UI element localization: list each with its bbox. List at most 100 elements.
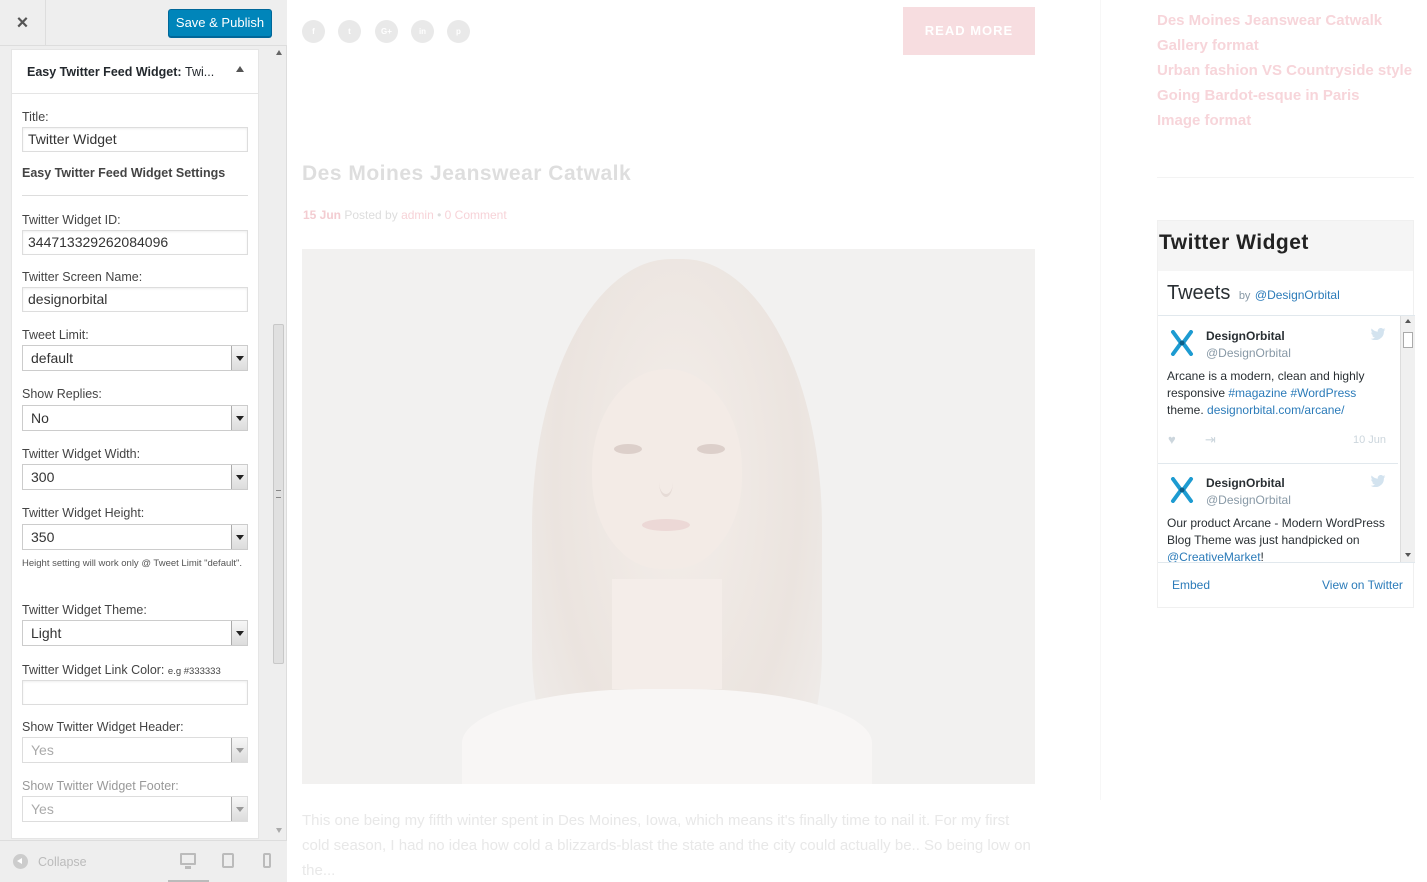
height-label: Twitter Widget Height:: [22, 506, 145, 520]
post-featured-image[interactable]: [302, 249, 1035, 784]
timeline-scrollbar-thumb[interactable]: [1403, 332, 1413, 348]
tweet-limit-value: default: [31, 350, 74, 366]
widget-id-label: Twitter Widget ID:: [22, 213, 121, 227]
content-divider: [1100, 0, 1101, 800]
hashtag-link[interactable]: #WordPress: [1290, 386, 1356, 400]
settings-heading: Easy Twitter Feed Widget Settings: [22, 166, 226, 180]
section-divider: [22, 195, 248, 196]
tweet-author-name[interactable]: DesignOrbital: [1206, 476, 1285, 490]
desktop-preview-icon[interactable]: [180, 853, 196, 869]
width-select[interactable]: 300: [22, 464, 248, 490]
linkedin-icon[interactable]: in: [411, 20, 434, 43]
tweets-heading: Tweets by @DesignOrbital: [1167, 282, 1340, 305]
tweet-author-handle[interactable]: @DesignOrbital: [1206, 493, 1291, 507]
post-comments-link[interactable]: 0 Comment: [445, 208, 507, 222]
title-input[interactable]: Twitter Widget: [22, 127, 248, 152]
save-publish-button[interactable]: Save & Publish: [168, 9, 272, 37]
post-meta: 15 Jun Posted by admin • 0 Comment: [303, 208, 507, 222]
like-heart-icon[interactable]: ♥: [1168, 432, 1176, 447]
image-lips: [642, 519, 690, 531]
widget-title-sub: Twi...: [185, 65, 215, 79]
tweet-item[interactable]: DesignOrbital @DesignOrbital Arcane is a…: [1158, 316, 1398, 464]
widget-settings-box: Easy Twitter Feed Widget: Twi... Title: …: [11, 49, 259, 839]
dropdown-arrow-icon[interactable]: [231, 346, 247, 370]
view-on-twitter-link[interactable]: View on Twitter: [1322, 578, 1403, 592]
tweet-url-link[interactable]: designorbital.com/arcane/: [1207, 403, 1344, 417]
dropdown-arrow-icon[interactable]: [231, 465, 247, 489]
theme-value: Light: [31, 625, 62, 641]
recent-posts-list: Des Moines Jeanswear Catwalk Gallery for…: [1157, 8, 1412, 133]
timeline-scrollbar[interactable]: [1400, 316, 1415, 562]
show-header-label: Show Twitter Widget Header:: [22, 720, 184, 734]
height-select[interactable]: 350: [22, 524, 248, 550]
google-plus-icon[interactable]: G+: [375, 20, 398, 43]
tweet-limit-select[interactable]: default: [22, 345, 248, 371]
pinterest-icon[interactable]: p: [447, 20, 470, 43]
show-replies-select[interactable]: No: [22, 405, 248, 431]
recent-post-link[interactable]: Image format: [1157, 108, 1412, 133]
scroll-up-arrow-icon[interactable]: [1405, 319, 1411, 323]
collapse-icon[interactable]: [13, 854, 28, 869]
tweet-text: Our product Arcane - Modern WordPress Bl…: [1167, 515, 1389, 562]
recent-post-link[interactable]: Going Bardot-esque in Paris: [1157, 83, 1412, 108]
twitter-timeline[interactable]: DesignOrbital @DesignOrbital Arcane is a…: [1158, 315, 1415, 563]
theme-select[interactable]: Light: [22, 620, 248, 646]
recent-post-link[interactable]: Gallery format: [1157, 33, 1412, 58]
show-footer-select[interactable]: Yes: [22, 796, 248, 822]
title-label: Title:: [22, 110, 49, 124]
read-more-button[interactable]: READ MORE: [903, 7, 1035, 55]
recent-post-link[interactable]: Urban fashion VS Countryside style: [1157, 58, 1412, 83]
width-label: Twitter Widget Width:: [22, 447, 141, 461]
twitter-widget: Twitter Widget Tweets by @DesignOrbital …: [1157, 220, 1415, 608]
share-icon[interactable]: ⇥: [1205, 432, 1216, 448]
link-color-label: Twitter Widget Link Color: e.g #333333: [22, 663, 221, 677]
mention-link[interactable]: @CreativeMarket: [1167, 550, 1261, 562]
close-button[interactable]: ×: [0, 0, 46, 46]
tweet-date[interactable]: 10 Jun: [1353, 434, 1386, 446]
twitter-bird-icon[interactable]: [1370, 328, 1386, 340]
tweets-by-handle-link[interactable]: @DesignOrbital: [1255, 288, 1340, 302]
recent-post-link[interactable]: Des Moines Jeanswear Catwalk: [1157, 8, 1412, 33]
widget-header[interactable]: Easy Twitter Feed Widget: Twi...: [12, 50, 258, 94]
embed-link[interactable]: Embed: [1172, 578, 1210, 592]
tweet-text-part: Our product Arcane - Modern WordPress Bl…: [1167, 516, 1385, 547]
facebook-icon[interactable]: f: [302, 20, 325, 43]
hashtag-link[interactable]: #magazine: [1228, 386, 1287, 400]
collapse-arrow-icon[interactable]: [236, 66, 244, 72]
tablet-preview-icon[interactable]: [222, 853, 234, 868]
scrollbar-thumb[interactable]: [273, 324, 284, 664]
dropdown-arrow-icon[interactable]: [231, 406, 247, 430]
tweet-item[interactable]: DesignOrbital @DesignOrbital Our product…: [1158, 463, 1398, 562]
tweet-text-part: theme.: [1167, 403, 1208, 417]
image-nose: [659, 467, 673, 497]
twitter-icon[interactable]: t: [338, 20, 361, 43]
designorbital-logo-icon[interactable]: [1170, 477, 1194, 503]
twitter-widget-header: Twitter Widget: [1158, 221, 1413, 271]
post-author-link[interactable]: admin: [401, 208, 434, 222]
scroll-down-arrow-icon[interactable]: [1405, 553, 1411, 557]
collapse-label[interactable]: Collapse: [38, 855, 87, 869]
show-replies-label: Show Replies:: [22, 387, 102, 401]
dropdown-arrow-icon[interactable]: [231, 797, 247, 821]
tweet-author-handle[interactable]: @DesignOrbital: [1206, 346, 1291, 360]
link-color-input[interactable]: [22, 680, 248, 705]
scroll-up-arrow-icon[interactable]: [276, 50, 282, 55]
widget-id-input[interactable]: 344713329262084096: [22, 230, 248, 255]
post-excerpt: This one being my fifth winter spent in …: [302, 812, 1031, 879]
show-header-select[interactable]: Yes: [22, 737, 248, 763]
image-eye-right: [697, 444, 725, 454]
screen-name-input[interactable]: designorbital: [22, 287, 248, 312]
tweets-heading-text: Tweets: [1167, 282, 1231, 304]
twitter-bird-icon[interactable]: [1370, 475, 1386, 487]
post-title[interactable]: Des Moines Jeanswear Catwalk: [302, 162, 631, 186]
width-value: 300: [31, 469, 55, 485]
dropdown-arrow-icon[interactable]: [231, 525, 247, 549]
panel-scrollbar[interactable]: [271, 46, 287, 839]
scroll-down-arrow-icon[interactable]: [276, 828, 282, 833]
image-eye-left: [614, 444, 642, 454]
mobile-preview-icon[interactable]: [263, 853, 271, 868]
dropdown-arrow-icon[interactable]: [231, 621, 247, 645]
dropdown-arrow-icon[interactable]: [231, 738, 247, 762]
tweet-author-name[interactable]: DesignOrbital: [1206, 329, 1285, 343]
designorbital-logo-icon[interactable]: [1170, 330, 1194, 356]
